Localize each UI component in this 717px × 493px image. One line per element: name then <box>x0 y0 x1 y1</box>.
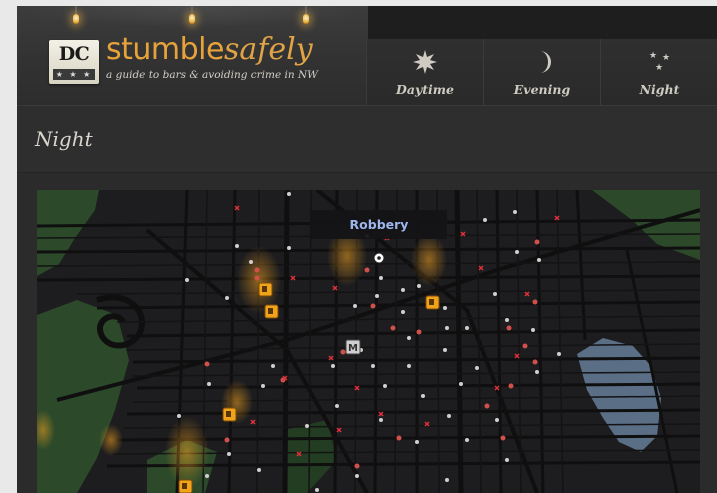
top-strip <box>366 6 717 39</box>
brand-name: stumblesafely <box>106 32 313 68</box>
section-header: Night <box>17 105 717 173</box>
top-bar: DC ★ ★ ★ stumblesafely a guide to bars &… <box>17 6 717 105</box>
bar-marker-icon <box>425 295 440 310</box>
brand-second: safely <box>223 32 313 67</box>
svg-text:★: ★ <box>662 53 670 63</box>
metro-marker: M <box>345 339 361 355</box>
bar-marker-icon <box>264 304 279 319</box>
stars-icon: ★ ★ ★ <box>601 48 717 76</box>
moon-icon <box>484 48 600 76</box>
tab-label: Evening <box>513 82 571 97</box>
tab-evening[interactable]: Evening <box>483 39 601 105</box>
app-window: DC ★ ★ ★ stumblesafely a guide to bars &… <box>17 6 717 493</box>
lightbulb-icon <box>189 6 195 26</box>
incident-tooltip: Robbery <box>311 210 447 239</box>
brand-first: stumble <box>106 32 224 67</box>
svg-text:M: M <box>348 343 358 354</box>
lightbulb-icon <box>303 6 309 26</box>
dc-flag-logo: DC ★ ★ ★ <box>49 40 99 84</box>
tagline: a guide to bars & avoiding crime in NW <box>106 69 318 81</box>
bar-marker-icon <box>258 282 273 297</box>
bar-marker-icon <box>178 479 193 493</box>
bar-marker-icon <box>222 407 237 422</box>
tab-label: Daytime <box>396 82 454 97</box>
selected-incident-marker <box>373 252 385 264</box>
page-title: Night <box>35 127 93 151</box>
tab-daytime[interactable]: Daytime <box>366 39 484 105</box>
dc-stars: ★ ★ ★ <box>53 69 95 80</box>
tab-night[interactable]: ★ ★ ★ Night <box>600 39 717 105</box>
crime-map[interactable]: M Robbery <box>37 190 700 493</box>
svg-text:★: ★ <box>655 63 663 73</box>
sun-icon <box>367 48 483 76</box>
svg-text:★: ★ <box>649 51 657 61</box>
dc-badge-text: DC <box>58 43 90 65</box>
logo-panel[interactable]: DC ★ ★ ★ stumblesafely a guide to bars &… <box>17 6 368 105</box>
time-tabs: Daytime Evening ★ ★ ★ Night <box>366 39 717 105</box>
lightbulb-icon <box>73 6 79 26</box>
tab-label: Night <box>639 82 680 97</box>
